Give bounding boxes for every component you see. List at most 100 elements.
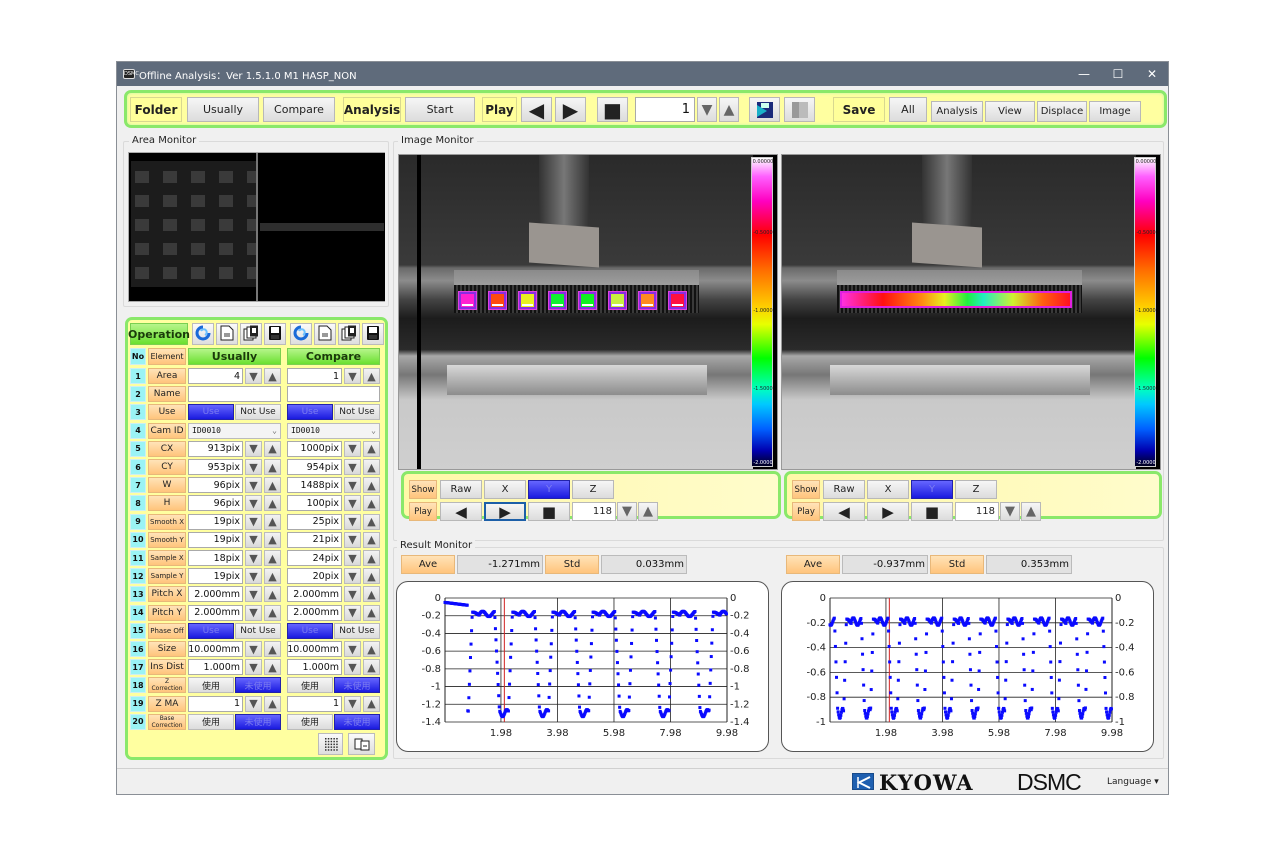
spin-down-button[interactable]: ▼ bbox=[245, 368, 262, 384]
usually-toggle-on[interactable]: 使用 bbox=[188, 677, 234, 694]
spin-up-button[interactable]: ▲ bbox=[363, 459, 380, 475]
spin-down-button[interactable]: ▼ bbox=[245, 641, 262, 657]
spin-up-button[interactable]: ▲ bbox=[363, 568, 380, 585]
save-image-button[interactable]: Image bbox=[1089, 101, 1141, 122]
spin-up-button[interactable]: ▲ bbox=[363, 641, 380, 657]
spin-down-button[interactable]: ▼ bbox=[245, 459, 262, 475]
show-y-button[interactable]: Y bbox=[528, 480, 570, 499]
usually-camid-select[interactable]: ID0010 ⌄ bbox=[188, 422, 281, 439]
usually-value-field[interactable]: 18pix bbox=[188, 550, 243, 566]
save-analysis-button[interactable]: Analysis bbox=[931, 101, 983, 122]
compare-value-field[interactable]: 24pix bbox=[287, 550, 342, 566]
compare-toggle-off[interactable]: Not Use bbox=[334, 622, 380, 639]
operation-save-disk-button[interactable] bbox=[362, 323, 384, 345]
operation-refresh-button[interactable] bbox=[192, 323, 214, 345]
start-button[interactable]: Start bbox=[405, 97, 475, 122]
spin-up-button[interactable]: ▲ bbox=[264, 495, 281, 512]
usually-value-field[interactable]: 19pix bbox=[188, 513, 243, 530]
spin-up-button[interactable]: ▲ bbox=[363, 440, 380, 457]
show-z-button[interactable]: Z bbox=[572, 480, 614, 499]
spin-up-button[interactable]: ▲ bbox=[264, 695, 281, 712]
frame-up-button[interactable]: ▲ bbox=[719, 97, 739, 122]
usually-name-field[interactable] bbox=[188, 386, 281, 403]
spin-down-button[interactable]: ▼ bbox=[344, 459, 361, 475]
usually-toggle-on[interactable]: 使用 bbox=[188, 713, 234, 730]
compare-value-field[interactable]: 1.000m bbox=[287, 659, 342, 676]
spin-up-button[interactable]: ▲ bbox=[363, 586, 380, 603]
compare-name-field[interactable] bbox=[287, 386, 380, 403]
spin-up-button[interactable]: ▲ bbox=[264, 459, 281, 475]
spin-up-button[interactable]: ▲ bbox=[264, 368, 281, 384]
compare-camid-select[interactable]: ID0010 ⌄ bbox=[287, 422, 380, 439]
roi-marker[interactable] bbox=[608, 291, 627, 310]
spin-down-button[interactable]: ▼ bbox=[344, 495, 361, 512]
roi-marker[interactable] bbox=[548, 291, 567, 310]
image-pane-usually[interactable]: 0.00000 -0.5000 -1.0000 -1.5000 -2.0000 bbox=[398, 154, 778, 470]
roi-marker[interactable] bbox=[488, 291, 507, 310]
usually-value-field[interactable]: 19pix bbox=[188, 531, 243, 548]
usually-toggle-on[interactable]: Use bbox=[188, 404, 234, 421]
export-video-button[interactable] bbox=[749, 97, 780, 122]
spin-up-button[interactable]: ▲ bbox=[363, 604, 380, 621]
show-raw-button[interactable]: Raw bbox=[823, 480, 865, 499]
minimize-button[interactable]: — bbox=[1067, 62, 1101, 86]
close-button[interactable]: ✕ bbox=[1135, 62, 1169, 86]
roi-marker[interactable] bbox=[638, 291, 657, 310]
operation-refresh-button[interactable] bbox=[290, 323, 312, 345]
spin-down-button[interactable]: ▼ bbox=[245, 477, 262, 494]
spin-down-button[interactable]: ▼ bbox=[344, 440, 361, 457]
show-x-button[interactable]: X bbox=[867, 480, 909, 499]
frame-up-button[interactable]: ▲ bbox=[638, 502, 658, 521]
usually-value-field[interactable]: 96pix bbox=[188, 477, 243, 494]
frame-down-button[interactable]: ▼ bbox=[697, 97, 717, 122]
spin-up-button[interactable]: ▲ bbox=[264, 641, 281, 657]
spin-down-button[interactable]: ▼ bbox=[344, 477, 361, 494]
operation-document-button[interactable] bbox=[314, 323, 336, 345]
spin-down-button[interactable]: ▼ bbox=[344, 604, 361, 621]
spin-up-button[interactable]: ▲ bbox=[264, 440, 281, 457]
usually-toggle-off[interactable]: 未使用 bbox=[235, 677, 281, 694]
usually-value-field[interactable]: 2.000mm bbox=[188, 586, 243, 603]
spin-down-button[interactable]: ▼ bbox=[245, 440, 262, 457]
roi-marker[interactable] bbox=[578, 291, 597, 310]
spin-down-button[interactable]: ▼ bbox=[344, 550, 361, 566]
spin-down-button[interactable]: ▼ bbox=[245, 695, 262, 712]
operation-copy-pages-button[interactable] bbox=[240, 323, 262, 345]
frame-number-input[interactable]: 118 bbox=[572, 502, 616, 521]
usually-value-field[interactable]: 4 bbox=[188, 368, 243, 384]
usually-value-field[interactable]: 1 bbox=[188, 695, 243, 712]
spin-up-button[interactable]: ▲ bbox=[264, 568, 281, 585]
operation-copy-pages-button[interactable] bbox=[338, 323, 360, 345]
language-menu[interactable]: Language ▾ bbox=[1107, 777, 1159, 787]
compare-value-field[interactable]: 21pix bbox=[287, 531, 342, 548]
spin-up-button[interactable]: ▲ bbox=[264, 659, 281, 676]
compare-toggle-on[interactable]: 使用 bbox=[287, 713, 333, 730]
spin-up-button[interactable]: ▲ bbox=[363, 695, 380, 712]
compare-value-field[interactable]: 20pix bbox=[287, 568, 342, 585]
grid-view-button[interactable] bbox=[318, 733, 343, 755]
usually-value-field[interactable]: 19pix bbox=[188, 568, 243, 585]
usually-value-field[interactable]: 2.000mm bbox=[188, 604, 243, 621]
compare-toggle-on[interactable]: 使用 bbox=[287, 677, 333, 694]
spin-down-button[interactable]: ▼ bbox=[245, 513, 262, 530]
spin-up-button[interactable]: ▲ bbox=[264, 531, 281, 548]
spin-down-button[interactable]: ▼ bbox=[245, 586, 262, 603]
spin-up-button[interactable]: ▲ bbox=[363, 495, 380, 512]
play-stop-button[interactable]: ■ bbox=[911, 502, 953, 521]
spin-down-button[interactable]: ▼ bbox=[344, 695, 361, 712]
spin-up-button[interactable]: ▲ bbox=[264, 550, 281, 566]
play-next-button[interactable]: ▶ bbox=[555, 97, 586, 122]
spin-down-button[interactable]: ▼ bbox=[245, 568, 262, 585]
spin-down-button[interactable]: ▼ bbox=[245, 604, 262, 621]
usually-value-field[interactable]: 953pix bbox=[188, 459, 243, 475]
usually-toggle-off[interactable]: 未使用 bbox=[235, 713, 281, 730]
spin-up-button[interactable]: ▲ bbox=[264, 604, 281, 621]
compare-value-field[interactable]: 100pix bbox=[287, 495, 342, 512]
roi-marker[interactable] bbox=[518, 291, 537, 310]
spin-down-button[interactable]: ▼ bbox=[344, 568, 361, 585]
play-prev-button[interactable]: ◀ bbox=[823, 502, 865, 521]
compare-toggle-off[interactable]: 未使用 bbox=[334, 677, 380, 694]
spin-down-button[interactable]: ▼ bbox=[344, 531, 361, 548]
folder-usually-button[interactable]: Usually bbox=[187, 97, 259, 122]
compare-toggle-on[interactable]: Use bbox=[287, 404, 333, 421]
